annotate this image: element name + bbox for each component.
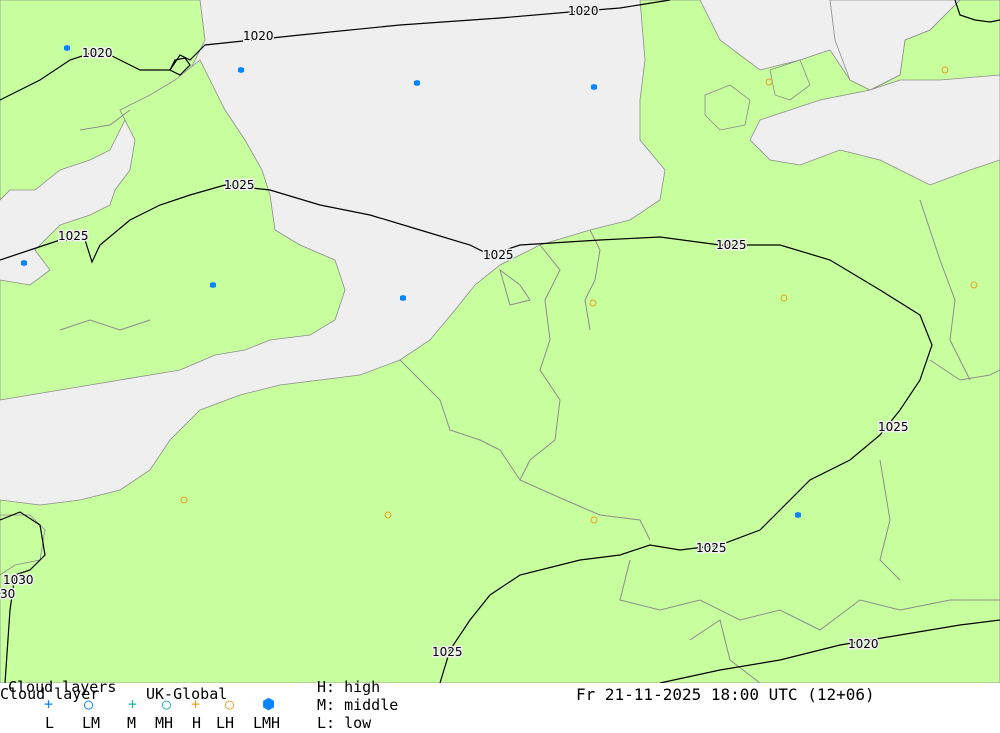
lmh-station-symbol xyxy=(21,260,27,266)
legend-code: M xyxy=(127,714,137,732)
lmh-station-symbol xyxy=(210,282,216,288)
legend-code: H xyxy=(192,714,202,732)
map-svg: 1020 1020 1020 1025 1025 1025 1025 1025 … xyxy=(0,0,1000,684)
isobar-label: 1025 xyxy=(878,420,909,434)
legend-code: LH xyxy=(216,714,235,732)
isobar-label: 1025 xyxy=(483,248,514,262)
isobar-label: 30 xyxy=(0,587,15,601)
isobar-label: 1020 xyxy=(243,29,274,43)
legend-key-high: H: high xyxy=(317,678,381,696)
legend-key-middle: M: middle xyxy=(317,696,399,714)
legend-code: LMH xyxy=(253,714,281,732)
valid-datetime: Fr 21-11-2025 18:00 UTC (12+06) xyxy=(576,685,875,704)
isobar-label: 1025 xyxy=(58,229,89,243)
legend-code: MH xyxy=(155,714,174,732)
plus-symbol-icon: + xyxy=(44,695,54,713)
lmh-station-symbol xyxy=(414,80,420,86)
isobar-label: 1030 xyxy=(3,573,34,587)
legend-bar: Cloud layers Cloud layer UK-Global + ○ +… xyxy=(0,678,1000,733)
plus-symbol-icon: + xyxy=(191,695,201,713)
legend-key-low: L: low xyxy=(317,714,372,732)
weather-map: 1020 1020 1020 1025 1025 1025 1025 1025 … xyxy=(0,0,1000,684)
lmh-station-symbol xyxy=(64,45,70,51)
isobar-label: 1020 xyxy=(82,46,113,60)
circle-symbol-icon: ○ xyxy=(225,695,235,713)
lmh-station-symbol xyxy=(591,84,597,90)
hexagon-symbol-icon: ⬢ xyxy=(262,695,276,713)
legend-code: LM xyxy=(82,714,101,732)
circle-symbol-icon: ○ xyxy=(162,695,172,713)
lmh-station-symbol xyxy=(795,512,801,518)
isobar-label: 1020 xyxy=(568,4,599,18)
isobar-label: 1025 xyxy=(716,238,747,252)
lmh-station-symbol xyxy=(238,67,244,73)
legend-model: UK-Global xyxy=(146,685,228,703)
isobar-label: 1025 xyxy=(224,178,255,192)
plus-symbol-icon: + xyxy=(128,695,138,713)
isobar-label: 1025 xyxy=(696,541,727,555)
circle-symbol-icon: ○ xyxy=(84,695,94,713)
legend-code: L xyxy=(45,714,55,732)
isobar-label: 1020 xyxy=(848,637,879,651)
lmh-station-symbol xyxy=(400,295,406,301)
isobar-label: 1025 xyxy=(432,645,463,659)
